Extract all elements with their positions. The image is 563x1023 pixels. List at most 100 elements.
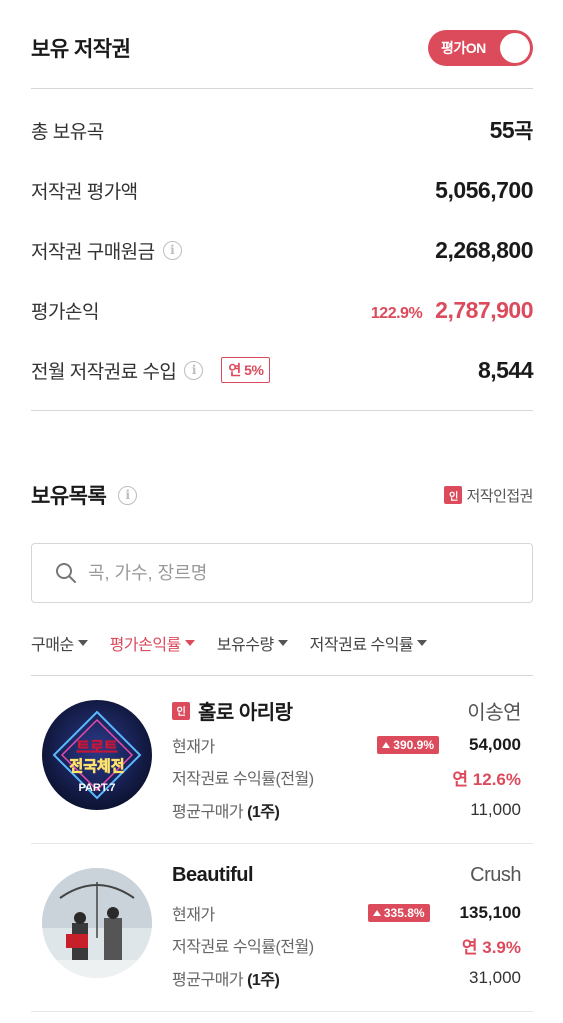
summary-total-songs: 총 보유곡 55 곡 xyxy=(31,110,533,150)
neighboring-rights-legend: 인 저작인접권 xyxy=(444,485,533,506)
divider xyxy=(31,88,533,89)
song-title: Beautiful xyxy=(172,864,254,887)
current-price-value: 54,000 xyxy=(469,735,521,754)
current-price-value-group: 390.9% 54,000 xyxy=(377,735,521,755)
sort-label: 저작권료 수익률 xyxy=(309,637,414,654)
total-songs-value: 55 xyxy=(489,117,515,143)
total-songs-unit: 곡 xyxy=(514,120,533,143)
valuation-value: 5,056,700 xyxy=(435,176,533,203)
toggle-knob xyxy=(500,33,530,63)
list-title: 보유목록 xyxy=(31,485,107,508)
avg-price-value: 11,000 xyxy=(470,800,521,819)
toggle-label: 평가ON xyxy=(441,40,486,56)
neighboring-rights-tag: 인 xyxy=(172,701,190,720)
chevron-down-icon xyxy=(77,640,88,646)
sort-pnl-rate[interactable]: 평가손익률 xyxy=(110,631,195,655)
avg-price-row: 평균구매가 (1주) 31,000 xyxy=(172,965,521,991)
summary-label: 총 보유곡 xyxy=(31,121,104,143)
sort-royalty-yield[interactable]: 저작권료 수익률 xyxy=(310,631,428,655)
change-percent: 390.9% xyxy=(393,738,434,752)
royalty-yield-row: 저작권료 수익률(전월) 연 12.6% xyxy=(172,764,521,790)
album-cover: 트로트 전국체전 PART.7 xyxy=(42,700,152,810)
album-cover-image xyxy=(42,868,152,978)
chevron-down-icon xyxy=(184,640,195,646)
royalty-value: 8,544 xyxy=(477,356,534,383)
current-price-label: 현재가 xyxy=(172,739,215,756)
change-percent: 335.8% xyxy=(383,906,425,920)
current-price-value: 135,100 xyxy=(459,903,521,922)
royalty-yield-row: 저작권료 수익률(전월) 연 3.9% xyxy=(172,932,521,958)
valuation-toggle[interactable]: 평가ON xyxy=(428,30,533,66)
pnl-value: 2,787,900 xyxy=(435,296,533,323)
change-badge: 335.8% xyxy=(367,904,430,922)
avg-price-label-text: 평균구매가 xyxy=(172,972,244,989)
divider xyxy=(31,410,533,411)
cover-text: 전국체전 xyxy=(69,758,124,775)
search-box[interactable] xyxy=(31,543,533,603)
royalty-yield-value: 연 12.6% xyxy=(452,769,521,789)
change-badge: 390.9% xyxy=(377,736,439,754)
sort-label: 평가손익률 xyxy=(109,637,182,654)
chevron-down-icon xyxy=(417,640,428,646)
royalty-yield-label: 저작권료 수익률(전월) xyxy=(172,939,314,956)
avg-price-unit: (1주) xyxy=(247,972,280,989)
sort-quantity[interactable]: 보유수량 xyxy=(217,631,288,655)
current-price-row: 현재가 335.8% 135,100 xyxy=(172,900,521,926)
avg-price-row: 평균구매가 (1주) 11,000 xyxy=(172,797,521,823)
sort-purchase-order[interactable]: 구매순 xyxy=(31,631,88,655)
album-cover xyxy=(42,868,152,978)
holdings-list-header: 보유목록 i 인 저작인접권 xyxy=(31,477,533,513)
avg-price-label: 평균구매가 (1주) xyxy=(172,798,280,822)
current-price-value-group: 335.8% 135,100 xyxy=(367,903,521,923)
summary-pnl: 평가손익 122.9% 2,787,900 xyxy=(31,290,533,330)
royalty-yield-value: 연 3.9% xyxy=(461,937,521,957)
summary-label: 평가손익 xyxy=(31,301,99,323)
pnl-percent: 122.9% xyxy=(370,304,423,322)
current-price-label: 현재가 xyxy=(172,907,215,924)
search-icon xyxy=(56,563,76,583)
sort-bar: 구매순 평가손익률 보유수량 저작권료 수익률 xyxy=(31,630,449,656)
pnl-value-group: 122.9% 2,787,900 xyxy=(370,296,534,324)
royalty-label: 전월 저작권료 수입 xyxy=(31,361,177,383)
cover-text: PART.7 xyxy=(78,782,115,794)
list-item[interactable]: Beautiful Crush 현재가 335.8% 135,100 저작권료 … xyxy=(31,844,533,1012)
summary-royalty: 전월 저작권료 수입 i 연 5% 8,544 xyxy=(31,350,534,390)
song-title-text: 홀로 아리랑 xyxy=(198,702,293,724)
purchase-cost-value: 2,268,800 xyxy=(435,236,533,263)
royalty-yield-badge: 연 5% xyxy=(221,357,271,383)
artist-name: 이송연 xyxy=(467,702,521,724)
info-icon[interactable]: i xyxy=(118,485,138,505)
chevron-down-icon xyxy=(277,640,288,646)
info-icon[interactable]: i xyxy=(162,240,182,260)
current-price-row: 현재가 390.9% 54,000 xyxy=(172,732,521,758)
divider xyxy=(31,1011,533,1012)
summary-valuation: 저작권 평가액 5,056,700 xyxy=(31,170,533,210)
list-item[interactable]: 트로트 전국체전 PART.7 인 홀로 아리랑 이송연 현재가 390.9% … xyxy=(31,676,533,844)
sort-label: 구매순 xyxy=(31,637,74,654)
neighboring-rights-tag: 인 xyxy=(444,486,463,504)
page-title: 보유 저작권 xyxy=(31,38,131,61)
holdings-header: 보유 저작권 평가ON xyxy=(31,26,533,70)
legend-label: 저작인접권 xyxy=(466,487,533,505)
summary-purchase-cost: 저작권 구매원금 i 2,268,800 xyxy=(31,230,533,270)
cover-text: 트로트 xyxy=(76,739,118,756)
arrow-up-icon xyxy=(372,910,381,916)
arrow-up-icon xyxy=(382,742,391,748)
purchase-cost-label: 저작권 구매원금 xyxy=(31,241,155,263)
list-title-group: 보유목록 i xyxy=(31,480,138,510)
search-input[interactable] xyxy=(88,562,532,584)
summary-label: 전월 저작권료 수입 i 연 5% xyxy=(31,357,271,384)
summary-label: 저작권 평가액 xyxy=(31,181,138,203)
artist-name: Crush xyxy=(470,864,521,886)
avg-price-unit: (1주) xyxy=(247,804,280,821)
avg-price-label-text: 평균구매가 xyxy=(172,804,244,821)
avg-price-value: 31,000 xyxy=(469,968,521,987)
info-icon[interactable]: i xyxy=(184,360,204,380)
song-title-text: Beautiful xyxy=(172,864,254,886)
royalty-yield-label: 저작권료 수익률(전월) xyxy=(172,771,314,788)
summary-label: 저작권 구매원금 i xyxy=(31,237,182,264)
album-cover-image: 트로트 전국체전 PART.7 xyxy=(42,700,152,810)
sort-label: 보유수량 xyxy=(216,637,274,654)
avg-price-label: 평균구매가 (1주) xyxy=(172,966,280,990)
song-title: 인 홀로 아리랑 xyxy=(172,696,293,725)
